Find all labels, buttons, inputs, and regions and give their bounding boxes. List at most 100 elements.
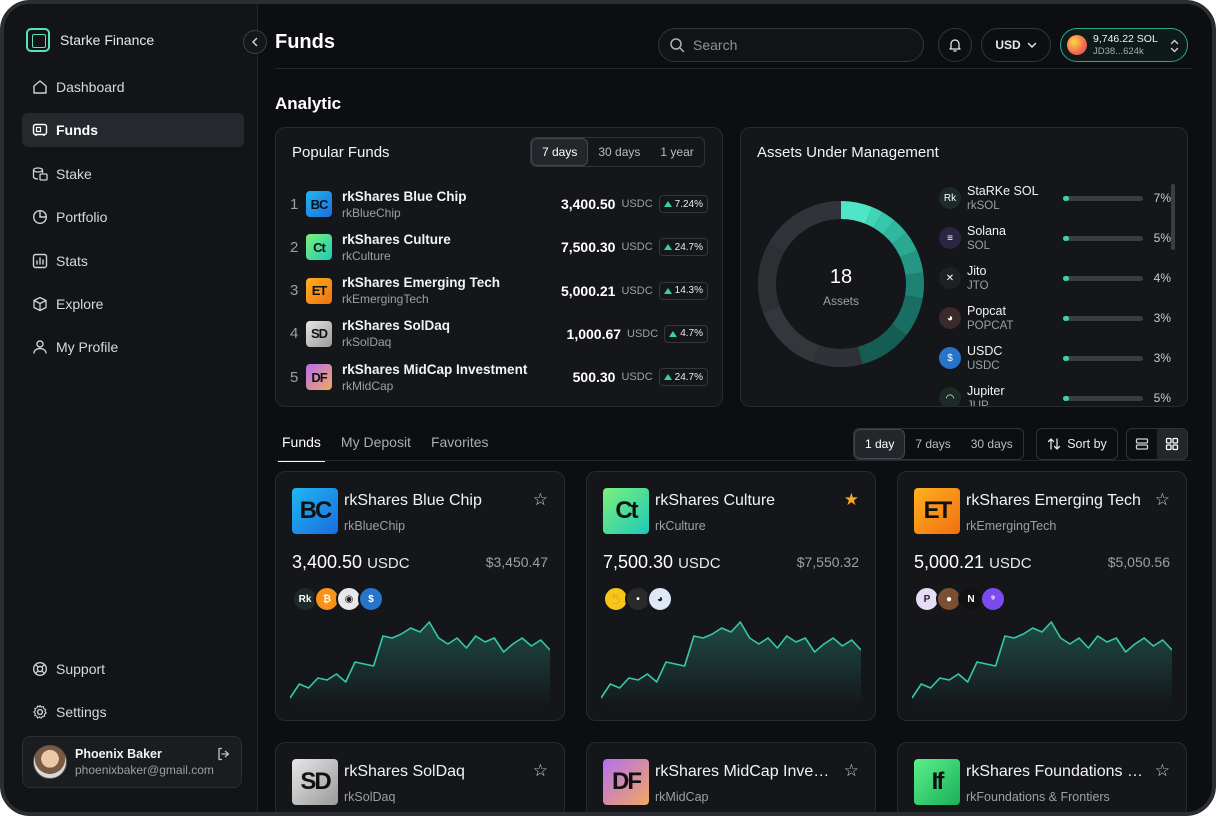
asset-ticker: SOL [967,240,991,252]
card-fund-name: rkShares Culture [655,492,776,509]
sidebar-item-funds[interactable]: Funds [22,113,244,148]
collapse-sidebar-button[interactable] [243,30,267,54]
wallet-button[interactable]: 9,746.22 SOL JD38...624k [1060,28,1188,62]
asset-name: StaRKe SOL [967,184,1039,198]
sidebar-item-stats[interactable]: Stats [22,244,244,278]
asset-share-fill [1063,355,1070,361]
fund-change-value: 24.7% [674,371,703,383]
notifications-button[interactable] [938,28,972,62]
fund-logo-icon: BC [292,488,338,534]
range-30-days[interactable]: 30 days [961,429,1023,459]
popular-fund-row[interactable]: 1 BC rkShares Blue Chip rkBlueChip 3,400… [290,184,708,224]
asset-share-bar [1063,355,1143,361]
fund-unit: USDC [627,327,659,340]
range-30-days[interactable]: 30 days [588,138,650,166]
brand[interactable]: Starke Finance [26,28,154,52]
search-box[interactable] [658,28,924,62]
brand-name: Starke Finance [60,32,155,48]
asset-share-bar [1063,275,1143,281]
fund-change-badge: 24.7% [658,238,708,257]
app-window: Starke Finance Dashboard Funds Stake Por… [0,0,1216,816]
sidebar-bottom-nav: Support Settings [22,652,244,739]
arrow-up-icon [663,201,672,207]
fund-card[interactable]: If rkShares Foundations & Frontiers rkFo… [897,742,1187,812]
asset-percentage: 3% [1153,311,1171,325]
grid-view-button[interactable] [1157,429,1187,459]
fund-price: 3,400.50 [560,196,616,212]
wallet-avatar-icon [1067,35,1087,55]
popcat-icon: ◕ [939,307,961,329]
search-icon [670,38,685,53]
fund-change-value: 4.7% [680,328,703,340]
sort-by-button[interactable]: Sort by [1036,428,1118,460]
sidebar-item-support[interactable]: Support [22,652,244,686]
range-1-year[interactable]: 1 year [650,138,703,166]
asset-share-fill [1063,195,1070,201]
logout-icon[interactable] [217,747,231,764]
chevron-left-icon [251,37,258,47]
star-icon[interactable]: ☆ [844,761,859,781]
asset-row[interactable]: Rk StaRKe SOL rkSOL 7% [939,178,1171,218]
asset-row[interactable]: ◕ Popcat POPCAT 3% [939,298,1171,338]
fund-rank: 3 [290,282,299,300]
popular-funds-panel: Popular Funds 7 days 30 days 1 year 1 BC… [275,127,723,407]
star-icon[interactable]: ☆ [533,761,548,781]
fund-card[interactable]: SD rkShares SolDaq rkSolDaq ☆ [275,742,565,812]
asset-row[interactable]: ✕ Jito JTO 4% [939,258,1171,298]
asset-ticker: JTO [967,280,989,292]
user-email: phoenixbaker@gmail.com [75,763,214,777]
star-icon[interactable]: ☆ [1155,761,1170,781]
star-icon[interactable]: ☆ [533,490,548,510]
tab-favorites[interactable]: Favorites [427,430,493,462]
asset-share-bar [1063,395,1143,401]
aum-scrollbar[interactable] [1171,184,1175,250]
card-usd-value: $7,550.32 [796,554,859,570]
fund-name: rkShares Emerging Tech [342,275,501,291]
star-icon[interactable]: ☆ [1155,490,1170,510]
range-7-days[interactable]: 7 days [531,138,589,166]
fund-card[interactable]: DF rkShares MidCap Investment rkMidCap ☆ [586,742,876,812]
fund-card[interactable]: BC rkShares Blue Chip rkBlueChip ☆ 3,400… [275,471,565,721]
fund-ticker: rkEmergingTech [342,292,429,307]
card-fund-name: rkShares SolDaq [344,763,465,780]
fund-rank: 1 [290,195,299,213]
user-card[interactable]: Phoenix Baker phoenixbaker@gmail.com [22,736,242,788]
asset-name: Jupiter [967,384,1005,398]
sidebar-item-explore[interactable]: Explore [22,287,244,321]
range-1-day[interactable]: 1 day [854,429,906,459]
sidebar-item-my-profile[interactable]: My Profile [22,330,244,364]
sidebar-item-settings[interactable]: Settings [22,695,244,729]
asset-share-fill [1063,315,1070,321]
popular-fund-row[interactable]: 4 SD rkShares SolDaq rkSolDaq 1,000.67 U… [290,314,708,354]
fund-card[interactable]: Ct rkShares Culture rkCulture ★ 7,500.30… [586,471,876,721]
home-icon [32,79,48,95]
star-filled-icon[interactable]: ★ [844,490,859,510]
card-price: 5,000.21 USDC [914,552,1032,572]
card-fund-ticker: rkBlueChip [344,519,406,533]
currency-select[interactable]: USD [981,28,1051,62]
tab-my-deposit[interactable]: My Deposit [337,430,415,462]
tab-funds[interactable]: Funds [278,430,325,462]
asset-row[interactable]: ◠ Jupiter JUP 5% [939,378,1171,406]
popular-funds-title: Popular Funds [292,144,390,161]
fund-card[interactable]: ET rkShares Emerging Tech rkEmergingTech… [897,471,1187,721]
sidebar-item-stake[interactable]: Stake [22,157,244,191]
asset-row[interactable]: ≡ Solana SOL 5% [939,218,1171,258]
popular-fund-row[interactable]: 5 DF rkShares MidCap Investment rkMidCap… [290,357,708,397]
fund-tabs: Funds My Deposit Favorites [278,430,505,462]
search-input[interactable] [693,37,893,53]
sidebar-item-portfolio[interactable]: Portfolio [22,200,244,234]
pie-icon [32,209,48,225]
asset-share-fill [1063,275,1070,281]
asset-row[interactable]: $ USDC USDC 3% [939,338,1171,378]
list-view-button[interactable] [1127,429,1157,459]
popular-fund-row[interactable]: 2 Ct rkShares Culture rkCulture 7,500.30… [290,227,708,267]
range-7-days[interactable]: 7 days [905,429,960,459]
card-fund-name: rkShares MidCap Investment [655,763,835,780]
fund-name: rkShares SolDaq [342,318,451,334]
fund-change-badge: 4.7% [664,324,708,343]
popular-fund-row[interactable]: 3 ET rkShares Emerging Tech rkEmergingTe… [290,271,708,311]
fund-logo-icon: Ct [603,488,649,534]
sidebar-item-dashboard[interactable]: Dashboard [22,70,244,104]
fund-logo-icon: SD [292,759,338,805]
